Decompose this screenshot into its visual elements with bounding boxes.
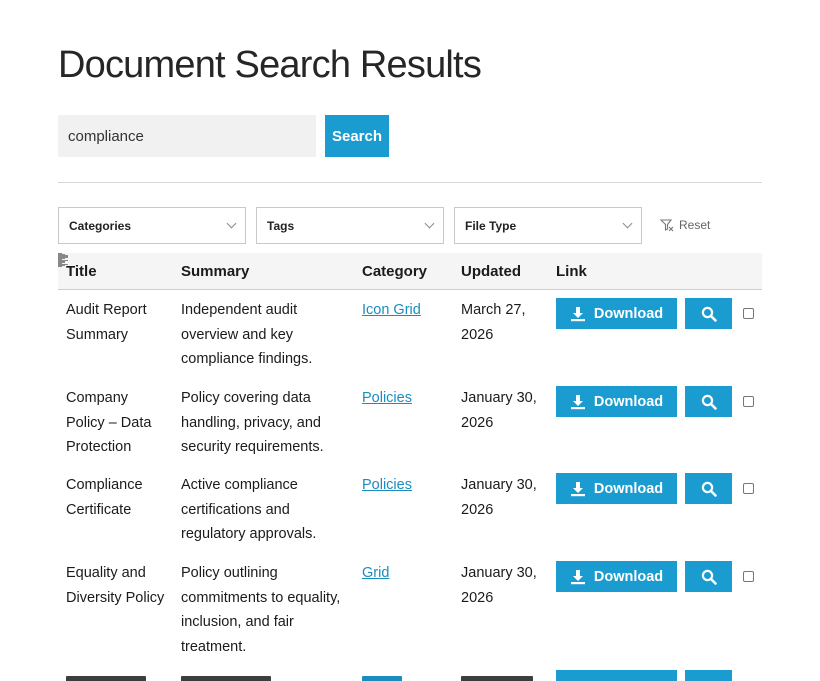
- row-summary: Active compliance certifications and regul…: [181, 477, 317, 542]
- reset-button[interactable]: Reset: [660, 218, 710, 232]
- download-label: Download: [593, 393, 664, 410]
- category-link[interactable]: Policies: [362, 390, 412, 406]
- reset-label: Reset: [679, 218, 711, 232]
- chevron-down-icon: [622, 218, 633, 229]
- table-header: Title Summary Category Updated Link: [58, 253, 762, 290]
- reset-filter-icon: [660, 219, 674, 232]
- categories-filter-label: Categories: [69, 218, 132, 233]
- tags-filter[interactable]: Tags: [256, 207, 444, 244]
- chevron-down-icon: [226, 218, 237, 229]
- header-updated[interactable]: Updated: [461, 253, 521, 289]
- category-link[interactable]: Icon Grid: [362, 302, 421, 318]
- search-input[interactable]: [58, 115, 316, 157]
- category-link[interactable]: Policies: [362, 477, 412, 493]
- search-icon: [701, 481, 717, 497]
- header-summary[interactable]: Summary: [181, 253, 249, 289]
- download-button[interactable]: Download: [556, 298, 677, 329]
- row-title: Company Policy – Data Protection: [66, 390, 152, 455]
- row-summary: Independent audit overview and key complia…: [181, 302, 313, 367]
- row-summary: Policy outlining commitments to equality,…: [181, 565, 341, 655]
- download-icon: [570, 481, 585, 496]
- search-button[interactable]: Search: [325, 115, 389, 157]
- header-updated-label: Updated: [461, 262, 521, 280]
- row-category: Policies: [362, 473, 412, 498]
- row-checkbox[interactable]: [743, 396, 754, 407]
- header-link-label: Link: [556, 262, 587, 280]
- categories-filter[interactable]: Categories: [58, 207, 246, 244]
- preview-button[interactable]: [685, 561, 732, 592]
- table-row-partial: [58, 670, 762, 681]
- download-button[interactable]: [556, 670, 677, 681]
- search-icon: [701, 306, 717, 322]
- row-checkbox[interactable]: [743, 483, 754, 494]
- download-icon: [570, 394, 585, 409]
- download-button[interactable]: Download: [556, 473, 677, 504]
- file-type-filter[interactable]: File Type: [454, 207, 642, 244]
- download-button[interactable]: Download: [556, 561, 677, 592]
- row-updated: January 30, 2026: [461, 390, 537, 431]
- preview-button[interactable]: [685, 298, 732, 329]
- download-label: Download: [593, 305, 664, 322]
- header-title[interactable]: Title: [66, 253, 97, 289]
- row-category: Icon Grid: [362, 298, 421, 323]
- download-button[interactable]: Download: [556, 386, 677, 417]
- chevron-down-icon: [424, 218, 435, 229]
- preview-button[interactable]: [685, 670, 732, 681]
- download-label: Download: [593, 568, 664, 585]
- row-title: Audit Report Summary: [66, 302, 147, 343]
- row-updated: January 30, 2026: [461, 477, 537, 518]
- preview-button[interactable]: [685, 473, 732, 504]
- row-checkbox[interactable]: [743, 308, 754, 319]
- row-category: Policies: [362, 386, 412, 411]
- row-updated: January 30, 2026: [461, 565, 537, 606]
- download-icon: [570, 569, 585, 584]
- header-link: Link: [556, 253, 587, 289]
- divider: [58, 182, 762, 183]
- header-summary-label: Summary: [181, 262, 250, 280]
- category-link[interactable]: Grid: [362, 565, 389, 581]
- download-label: Download: [593, 480, 664, 497]
- search-icon: [701, 569, 717, 585]
- preview-button[interactable]: [685, 386, 732, 417]
- row-summary: Policy covering data handling, privacy, a…: [181, 390, 324, 455]
- row-category: Grid: [362, 561, 389, 586]
- search-icon: [701, 394, 717, 410]
- row-title: Equality and Diversity Policy: [66, 565, 165, 606]
- file-type-filter-label: File Type: [465, 218, 517, 233]
- header-title-label: Title: [66, 262, 97, 280]
- header-category[interactable]: Category: [362, 253, 427, 289]
- header-category-label: Category: [362, 262, 428, 280]
- row-title: Compliance Certificate: [66, 477, 143, 518]
- tags-filter-label: Tags: [267, 218, 295, 233]
- download-icon: [570, 306, 585, 321]
- row-checkbox[interactable]: [743, 571, 754, 582]
- page-title: Document Search Results: [58, 44, 482, 86]
- row-updated: March 27, 2026: [461, 302, 526, 343]
